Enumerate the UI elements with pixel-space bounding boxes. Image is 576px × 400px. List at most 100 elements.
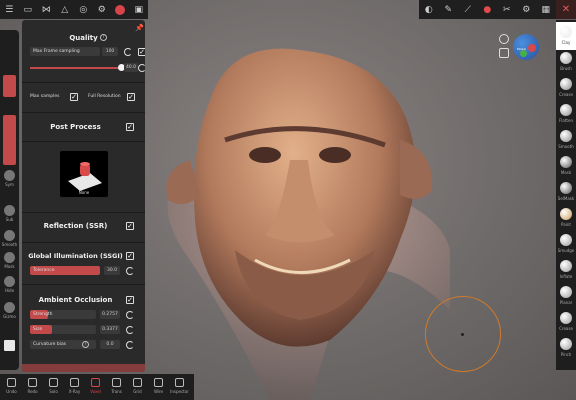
- symmetry-icon[interactable]: [4, 170, 15, 181]
- stroke-icon[interactable]: ⟋: [458, 5, 478, 15]
- tool-ball-icon: [560, 312, 572, 324]
- max-samples-label: Max samples: [30, 94, 60, 99]
- image-icon[interactable]: ▣: [130, 0, 149, 19]
- size-slider[interactable]: Size: [30, 325, 96, 334]
- tool-selmask[interactable]: SelMask: [556, 178, 576, 206]
- smooth-label: Smooth: [1, 242, 18, 247]
- reset-icon[interactable]: [138, 64, 145, 72]
- reset-icon[interactable]: [126, 267, 134, 275]
- top-toolbar: ☰ ▭ ⋈ △ ◎ ⚙ ▣: [0, 0, 148, 19]
- y-axis-dot[interactable]: [520, 50, 527, 57]
- pin-icon[interactable]: 📌: [135, 24, 144, 32]
- camera-icon[interactable]: [499, 34, 509, 44]
- bottom-undo-button[interactable]: Undo: [2, 374, 21, 400]
- divider: [22, 284, 145, 285]
- bottom-label: Solo: [49, 389, 58, 394]
- full-resolution-label: Full Resolution: [88, 94, 121, 99]
- bottom-label: Inspector: [170, 389, 189, 394]
- tool-brush[interactable]: Brush: [556, 48, 576, 76]
- settings-icon[interactable]: ⚙: [93, 0, 112, 19]
- tool-smudge[interactable]: Smudge: [556, 230, 576, 258]
- color-swatch[interactable]: [4, 340, 15, 351]
- tools-icon[interactable]: ✂: [497, 5, 517, 15]
- curvature-bias-value[interactable]: 0.0: [100, 340, 120, 349]
- tool-ball-icon: [560, 182, 572, 194]
- hide-icon[interactable]: [4, 276, 15, 287]
- global-illumination-checkbox[interactable]: ✓: [126, 252, 134, 260]
- radius-slider[interactable]: [3, 75, 16, 97]
- reset-icon[interactable]: [126, 341, 134, 349]
- bottom-grid-button[interactable]: Grid: [128, 374, 147, 400]
- tool-crease[interactable]: Crease: [556, 308, 576, 336]
- tool-label: SelMask: [557, 196, 575, 201]
- help-icon[interactable]: ?: [82, 341, 89, 348]
- sculpt-model[interactable]: [150, 20, 450, 400]
- strength-slider[interactable]: Strength: [30, 310, 96, 319]
- tolerance-slider[interactable]: Tolerance: [30, 266, 100, 275]
- divider: [22, 212, 145, 213]
- tool-mask[interactable]: Mask: [556, 152, 576, 180]
- topology-icon[interactable]: △: [56, 0, 75, 19]
- bottom-inspector-button[interactable]: Inspector: [170, 374, 189, 400]
- bottom-solo-button[interactable]: Solo: [44, 374, 63, 400]
- tool-ball-icon: [560, 286, 572, 298]
- tool-label: Paint: [561, 222, 571, 227]
- tool-pinch[interactable]: Pinch: [556, 334, 576, 362]
- frame-icon[interactable]: [499, 48, 509, 58]
- reflection-checkbox[interactable]: ✓: [126, 222, 134, 230]
- max-frame-sampling-value[interactable]: 100: [102, 47, 118, 56]
- scene-icon[interactable]: ⋈: [37, 0, 56, 19]
- gizmo-label: Gizmo: [3, 314, 16, 319]
- bottom-voxel-button[interactable]: Voxel: [86, 374, 105, 400]
- tool-planar[interactable]: Planar: [556, 282, 576, 310]
- max-frame-sampling-label: Max Frame sampling: [33, 49, 80, 54]
- tool-label: Clay: [561, 40, 571, 45]
- reset-icon[interactable]: [126, 326, 134, 334]
- max-frame-sampling-row[interactable]: Max Frame sampling: [30, 47, 100, 56]
- full-resolution-checkbox[interactable]: ✓: [127, 93, 135, 101]
- tool-smooth[interactable]: Smooth: [556, 126, 576, 154]
- reset-icon[interactable]: [126, 311, 134, 319]
- bottom-trans-button[interactable]: Trans: [107, 374, 126, 400]
- tool-inflate[interactable]: Inflate: [556, 256, 576, 284]
- size-value[interactable]: 0.3377: [100, 325, 120, 334]
- pen-icon[interactable]: ✎: [439, 5, 459, 15]
- tool-ball-icon: [560, 260, 572, 272]
- help-icon[interactable]: ?: [100, 34, 107, 41]
- max-samples-checkbox[interactable]: ✓: [70, 93, 78, 101]
- ambient-occlusion-checkbox[interactable]: ✓: [126, 296, 134, 304]
- grid-icon[interactable]: ▦: [536, 5, 556, 15]
- x-axis-dot[interactable]: [528, 44, 536, 52]
- tool-crease[interactable]: Crease: [556, 74, 576, 102]
- tool-clay[interactable]: Clay: [556, 22, 576, 50]
- quality-slider-value[interactable]: 40.0: [124, 63, 138, 72]
- files-icon[interactable]: ▭: [19, 0, 38, 19]
- strength-value[interactable]: 0.2757: [100, 310, 120, 319]
- material-icon[interactable]: ◎: [74, 0, 93, 19]
- color-icon[interactable]: ●: [478, 5, 498, 15]
- intensity-slider[interactable]: [3, 115, 16, 165]
- bottom-redo-button[interactable]: Redo: [23, 374, 42, 400]
- menu-icon[interactable]: ☰: [0, 0, 19, 19]
- render-icon[interactable]: [111, 0, 130, 19]
- quality-slider[interactable]: [30, 67, 122, 69]
- tool-flatten[interactable]: Flatten: [556, 100, 576, 128]
- post-process-preview[interactable]: None: [60, 151, 108, 197]
- orientation-gizmo[interactable]: Model: [513, 34, 539, 60]
- mask-icon[interactable]: [4, 252, 15, 263]
- tool-ball-icon: [560, 52, 572, 64]
- bottom-wire-button[interactable]: Wire: [149, 374, 168, 400]
- close-icon[interactable]: ✕: [556, 0, 576, 19]
- gear-icon[interactable]: ⚙: [517, 5, 537, 15]
- subdivide-icon[interactable]: [4, 205, 15, 216]
- gizmo-icon[interactable]: [4, 302, 15, 313]
- bottom-label: Redo: [27, 389, 38, 394]
- tolerance-value[interactable]: 30.0: [104, 266, 120, 275]
- history-icon[interactable]: ◐: [419, 5, 439, 15]
- reset-icon[interactable]: [124, 48, 132, 56]
- max-frame-checkbox[interactable]: ✓: [138, 48, 145, 56]
- tool-paint[interactable]: Paint: [556, 204, 576, 232]
- post-process-checkbox[interactable]: ✓: [126, 123, 134, 131]
- smooth-icon[interactable]: [4, 230, 15, 241]
- bottom-x-ray-button[interactable]: X-Ray: [65, 374, 84, 400]
